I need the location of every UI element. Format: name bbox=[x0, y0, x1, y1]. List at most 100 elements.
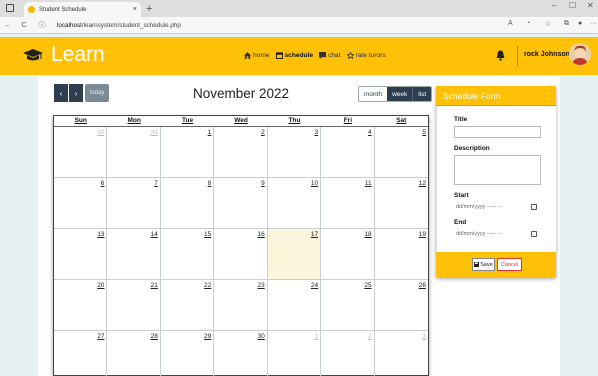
avatar[interactable] bbox=[569, 43, 591, 65]
day-cell[interactable]: 30 bbox=[54, 127, 108, 178]
day-cell[interactable]: 29 bbox=[161, 331, 215, 376]
day-number[interactable]: 9 bbox=[261, 180, 265, 187]
day-number[interactable]: 3 bbox=[422, 333, 426, 340]
day-number[interactable]: 2 bbox=[368, 333, 372, 340]
reload-button[interactable]: C bbox=[19, 22, 29, 29]
day-cell[interactable]: 28 bbox=[107, 331, 161, 376]
day-number[interactable]: 13 bbox=[97, 231, 104, 238]
day-cell[interactable]: 8 bbox=[160, 178, 215, 229]
browser-tab[interactable]: Student Schedule × bbox=[24, 2, 141, 17]
day-number[interactable]: 30 bbox=[257, 333, 264, 340]
next-month-button[interactable]: › bbox=[69, 84, 83, 102]
weekday-tue[interactable]: Tue bbox=[161, 116, 214, 126]
url-field[interactable]: localhost/learnsystem/student_schedule.p… bbox=[57, 22, 181, 29]
close-window-button[interactable]: ✕ bbox=[587, 1, 594, 10]
bell-icon[interactable] bbox=[496, 50, 505, 61]
day-number[interactable]: 12 bbox=[419, 180, 426, 187]
day-number[interactable]: 27 bbox=[97, 333, 104, 340]
calendar-picker-icon[interactable] bbox=[531, 231, 537, 237]
day-cell[interactable]: 1 bbox=[268, 331, 322, 376]
day-number[interactable]: 10 bbox=[311, 180, 318, 187]
day-number[interactable]: 18 bbox=[364, 231, 371, 238]
collections-icon[interactable]: ⧉ bbox=[564, 20, 569, 28]
day-cell[interactable]: 22 bbox=[160, 280, 215, 331]
day-cell[interactable]: 17 bbox=[267, 229, 322, 280]
weekday-sat[interactable]: Sat bbox=[375, 116, 428, 126]
day-number[interactable]: 14 bbox=[151, 231, 158, 238]
day-number[interactable]: 26 bbox=[419, 282, 426, 289]
day-number[interactable]: 5 bbox=[422, 129, 426, 136]
day-cell[interactable]: 1 bbox=[160, 127, 215, 178]
day-number[interactable]: 1 bbox=[315, 333, 319, 340]
site-info-icon[interactable]: ⓘ bbox=[37, 20, 47, 30]
day-cell[interactable]: 4 bbox=[321, 127, 375, 178]
new-tab-button[interactable]: + bbox=[146, 2, 152, 17]
end-datetime-input[interactable]: dd/mm/yyyy --:-- -- bbox=[454, 229, 541, 240]
prev-month-button[interactable]: ‹ bbox=[54, 84, 68, 102]
day-cell[interactable]: 3 bbox=[267, 127, 322, 178]
calendar-picker-icon[interactable] bbox=[531, 204, 537, 210]
title-input[interactable] bbox=[454, 126, 541, 138]
day-cell[interactable]: 25 bbox=[321, 280, 375, 331]
day-number[interactable]: 21 bbox=[151, 282, 158, 289]
day-cell[interactable]: 13 bbox=[54, 229, 108, 280]
day-cell[interactable]: 2 bbox=[321, 331, 375, 376]
day-number[interactable]: 28 bbox=[151, 333, 158, 340]
day-number[interactable]: 31 bbox=[151, 129, 158, 136]
day-cell[interactable]: 20 bbox=[54, 280, 108, 331]
day-cell[interactable]: 27 bbox=[54, 331, 108, 376]
day-cell[interactable]: 26 bbox=[374, 280, 428, 331]
user-name[interactable]: rock Johnson bbox=[524, 51, 570, 58]
day-cell[interactable]: 7 bbox=[107, 178, 161, 229]
day-cell[interactable]: 3 bbox=[375, 331, 428, 376]
day-cell[interactable]: 30 bbox=[214, 331, 268, 376]
start-datetime-input[interactable]: dd/mm/yyyy --:-- -- bbox=[454, 202, 541, 213]
day-cell[interactable]: 18 bbox=[321, 229, 375, 280]
brand-name[interactable]: Learn bbox=[51, 43, 105, 67]
day-cell[interactable]: 23 bbox=[214, 280, 268, 331]
browser-menu-button[interactable]: ··· bbox=[590, 20, 597, 27]
description-textarea[interactable] bbox=[454, 155, 541, 185]
day-number[interactable]: 19 bbox=[419, 231, 426, 238]
day-number[interactable]: 17 bbox=[311, 231, 318, 238]
day-number[interactable]: 29 bbox=[204, 333, 211, 340]
window-menu-icon[interactable] bbox=[6, 4, 14, 12]
day-cell[interactable]: 12 bbox=[374, 178, 428, 229]
day-cell[interactable]: 9 bbox=[214, 178, 268, 229]
day-number[interactable]: 24 bbox=[311, 282, 318, 289]
day-cell[interactable]: 6 bbox=[54, 178, 108, 229]
weekday-mon[interactable]: Mon bbox=[107, 116, 160, 126]
today-button[interactable]: today bbox=[85, 84, 109, 102]
extensions-icon[interactable]: ◔ bbox=[526, 20, 530, 27]
view-week-button[interactable]: week bbox=[387, 87, 413, 101]
view-month-button[interactable]: month bbox=[359, 87, 388, 101]
nav-home[interactable]: home bbox=[244, 52, 270, 59]
nav-schedule[interactable]: schedule bbox=[275, 52, 313, 59]
day-cell[interactable]: 5 bbox=[374, 127, 428, 178]
nav-chat[interactable]: chat bbox=[319, 52, 341, 59]
day-number[interactable]: 22 bbox=[204, 282, 211, 289]
day-number[interactable]: 30 bbox=[97, 129, 104, 136]
read-aloud-icon[interactable]: A bbox=[508, 20, 513, 27]
save-button[interactable]: Save bbox=[472, 258, 495, 271]
cancel-button[interactable]: Cancel bbox=[497, 258, 522, 271]
weekday-wed[interactable]: Wed bbox=[214, 116, 267, 126]
favorites-star-icon[interactable]: ☆ bbox=[545, 20, 551, 28]
day-cell[interactable]: 11 bbox=[321, 178, 375, 229]
day-cell[interactable]: 31 bbox=[107, 127, 161, 178]
maximize-button[interactable]: ☐ bbox=[569, 1, 576, 10]
day-cell[interactable]: 16 bbox=[214, 229, 268, 280]
back-button[interactable]: ← bbox=[3, 22, 13, 29]
weekday-thu[interactable]: Thu bbox=[268, 116, 321, 126]
day-number[interactable]: 3 bbox=[315, 129, 319, 136]
day-cell[interactable]: 21 bbox=[107, 280, 161, 331]
day-number[interactable]: 11 bbox=[365, 180, 372, 187]
day-number[interactable]: 4 bbox=[368, 129, 372, 136]
day-cell[interactable]: 19 bbox=[374, 229, 428, 280]
day-cell[interactable]: 10 bbox=[267, 178, 322, 229]
day-number[interactable]: 8 bbox=[208, 180, 212, 187]
day-number[interactable]: 1 bbox=[208, 129, 212, 136]
tab-close-button[interactable]: × bbox=[133, 6, 137, 13]
view-list-button[interactable]: list bbox=[412, 87, 432, 101]
minimize-button[interactable]: – bbox=[552, 1, 556, 10]
